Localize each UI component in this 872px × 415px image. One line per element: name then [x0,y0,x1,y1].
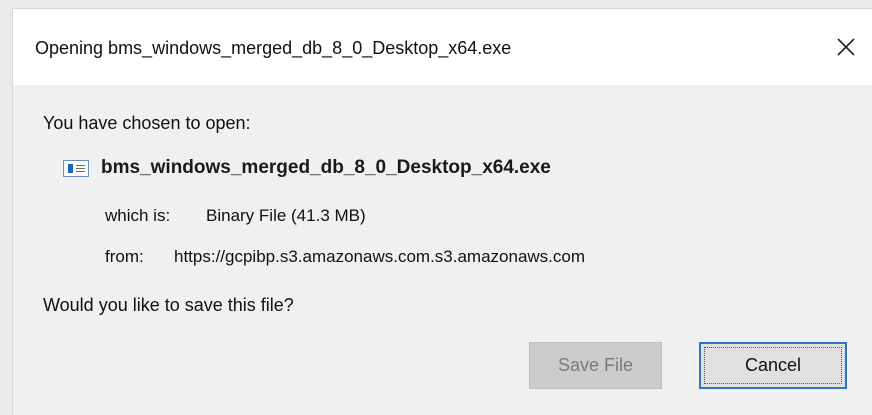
file-name: bms_windows_merged_db_8_0_Desktop_x64.ex… [101,157,551,178]
file-type-value: Binary File (41.3 MB) [206,206,366,225]
save-question: Would you like to save this file? [43,295,294,315]
cancel-label: Cancel [744,355,802,375]
cancel-button[interactable]: Cancel [699,342,847,389]
file-type-label: which is: [105,206,171,225]
dialog-title: Opening bms_windows_merged_db_8_0_Deskto… [35,38,512,58]
save-file-label: Save File [557,355,634,375]
screen: Opening bms_windows_merged_db_8_0_Deskto… [0,0,872,415]
source-label: from: [105,247,144,266]
source-url: https://gcpibp.s3.amazonaws.com.s3.amazo… [174,247,586,266]
close-icon [837,38,855,56]
close-button[interactable] [822,27,872,67]
download-dialog: Opening bms_windows_merged_db_8_0_Deskto… [12,8,872,415]
executable-file-icon [63,160,89,177]
save-file-button[interactable]: Save File [529,342,662,389]
intro-text: You have chosen to open: [43,113,251,133]
title-bar: Opening bms_windows_merged_db_8_0_Deskto… [13,9,872,85]
dialog-content: You have chosen to open: bms_windows_mer… [13,85,872,415]
